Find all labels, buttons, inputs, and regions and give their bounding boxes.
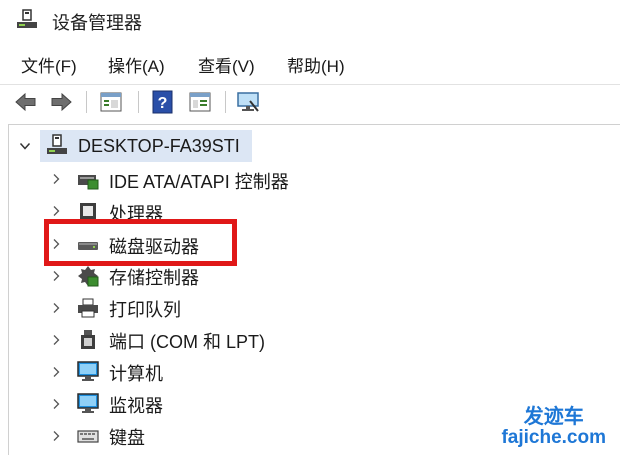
tree-item-monitors[interactable]: 监视器 [109,392,163,418]
tree-item-computer[interactable]: 计算机 [109,360,163,386]
toolbar-separator [86,91,87,113]
watermark: 发迹车 fajiche.com [501,407,606,448]
tree-item-ide[interactable]: IDE ATA/ATAPI 控制器 [109,168,289,194]
chevron-right-icon[interactable] [50,430,62,442]
window-title: 设备管理器 [52,13,142,33]
menu-bar: 文件(F) 操作(A) 查看(V) 帮助(H) [0,38,620,84]
toolbar: ? [0,85,620,119]
tree-item-storage-controllers[interactable]: 存储控制器 [109,264,199,290]
chevron-right-icon[interactable] [50,205,62,217]
tree-root-label[interactable]: DESKTOP-FA39STI [78,136,240,157]
printer-icon [78,298,98,318]
computer-tower-icon [47,134,67,154]
tree-item-print-queues[interactable]: 打印队列 [109,296,181,322]
watermark-chinese: 发迹车 [523,406,584,429]
title-bar: 设备管理器 [0,0,620,38]
monitor-icon [77,393,99,413]
chevron-right-icon[interactable] [50,270,62,282]
toolbar-separator [138,91,139,113]
watermark-url: fajiche.com [501,427,606,449]
port-icon [81,330,95,349]
chevron-right-icon[interactable] [50,398,62,410]
device-manager-icon [17,9,37,28]
svg-text:?: ? [158,95,168,112]
view-details-icon[interactable] [187,89,213,115]
chevron-right-icon[interactable] [50,334,62,346]
keyboard-icon [77,430,99,443]
chevron-right-icon[interactable] [50,302,62,314]
forward-arrow-icon[interactable] [48,89,74,115]
chevron-right-icon[interactable] [50,173,62,185]
menu-file[interactable]: 文件(F) [21,52,77,77]
tree-item-ports[interactable]: 端口 (COM 和 LPT) [109,328,265,354]
back-arrow-icon[interactable] [13,89,39,115]
ide-controller-icon [78,175,99,190]
menu-view[interactable]: 查看(V) [198,52,255,77]
storage-controller-icon [78,266,99,287]
tree-item-keyboards[interactable]: 键盘 [109,424,145,450]
chevron-down-icon[interactable] [19,140,31,152]
monitor-scan-icon[interactable] [236,89,262,115]
chevron-right-icon[interactable] [50,366,62,378]
highlight-annotation [44,219,237,266]
properties-icon[interactable] [98,89,124,115]
help-icon[interactable]: ? [150,89,176,115]
menu-help[interactable]: 帮助(H) [287,52,345,77]
toolbar-separator [225,91,226,113]
menu-action[interactable]: 操作(A) [108,52,165,77]
computer-icon [77,361,99,381]
